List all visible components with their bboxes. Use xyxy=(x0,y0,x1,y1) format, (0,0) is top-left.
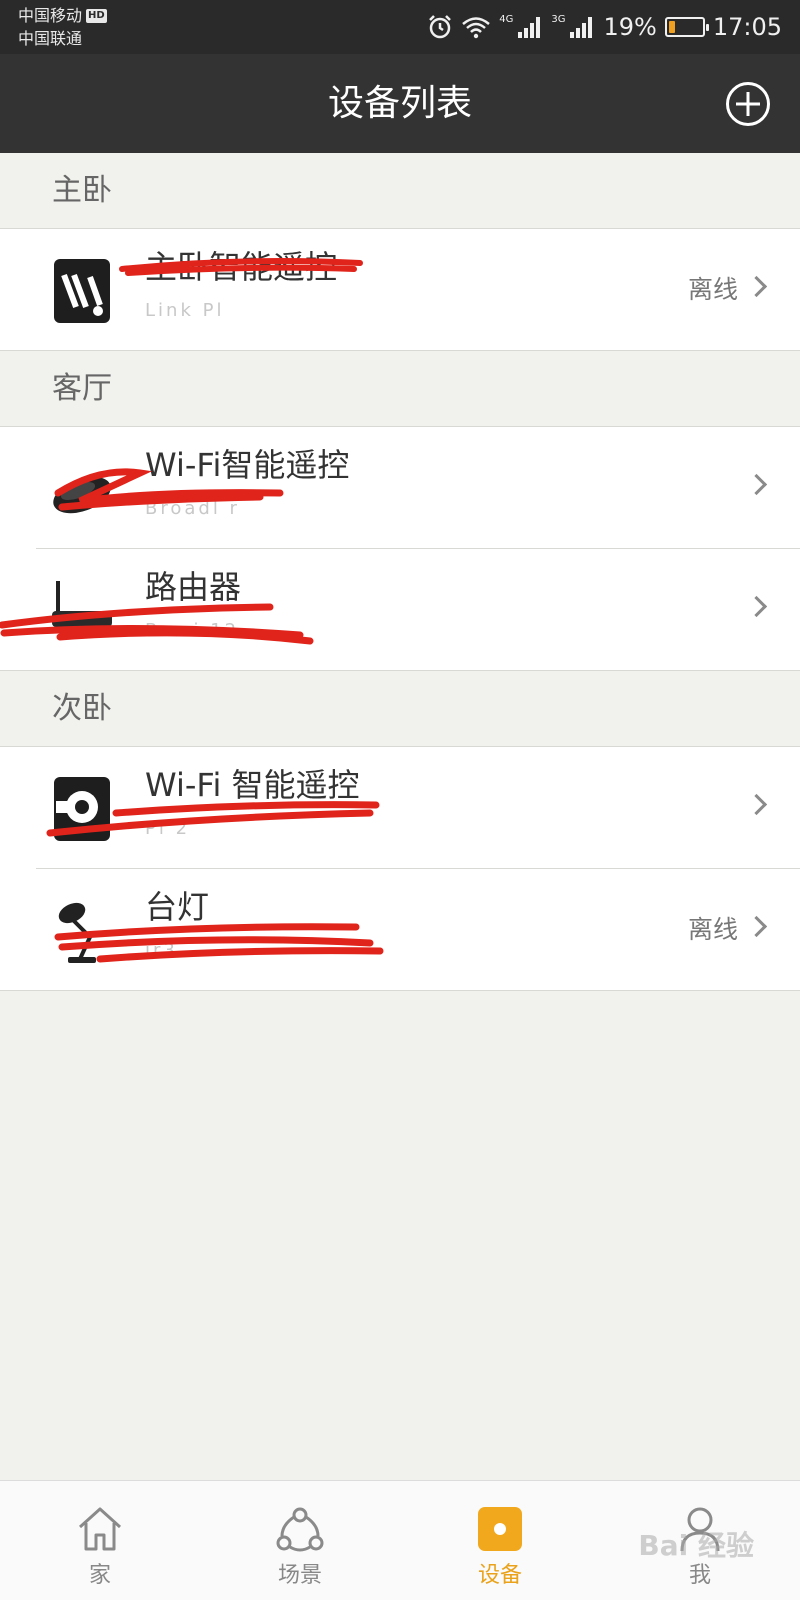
device-name: 路由器 xyxy=(145,568,242,606)
device-name: 主卧智能遥控 xyxy=(145,248,338,286)
device-row[interactable]: Wi-Fi 智能遥控 Pl 2 xyxy=(0,747,800,869)
redaction-scribble xyxy=(54,468,284,511)
device-row[interactable]: 台灯 ir3 离线 xyxy=(0,869,800,991)
section-header-master-bedroom: 主卧 xyxy=(0,153,800,229)
wifi-icon xyxy=(461,15,491,39)
device-row[interactable]: 主卧智能遥控 Link Pl 离线 xyxy=(0,229,800,351)
device-row[interactable]: 路由器 Br ai 12 xyxy=(0,549,800,671)
status-offline: 离线 xyxy=(687,275,738,304)
home-icon xyxy=(74,1503,126,1555)
battery-icon xyxy=(664,17,709,37)
plus-circle-icon[interactable] xyxy=(726,82,770,126)
tab-label: 家 xyxy=(88,1563,111,1588)
tab-label: 我 xyxy=(688,1563,711,1588)
page-title: 设备列表 xyxy=(327,83,472,124)
device-subtitle: ir3 xyxy=(145,940,178,961)
tab-label: 设备 xyxy=(477,1563,522,1588)
chevron-right-icon xyxy=(745,915,768,938)
carrier-2-name: 中国联通 xyxy=(18,29,83,48)
device-name: Wi-Fi智能遥控 xyxy=(145,446,350,484)
watermark: Bai 经验 xyxy=(638,1529,754,1562)
carrier-1-name: 中国移动 xyxy=(18,6,83,25)
status-indicators: 4G 3G 19% 17:05 xyxy=(427,0,782,54)
device-subtitle: Pl 2 xyxy=(145,818,191,839)
device-row[interactable]: Wi-Fi智能遥控 Broadl r xyxy=(0,427,800,549)
carrier-info: 中国移动 HD 中国联通 xyxy=(18,4,107,50)
section-header-second-bedroom: 次卧 xyxy=(0,671,800,747)
remote-puck-icon xyxy=(50,455,114,523)
tab-device[interactable]: 设备 xyxy=(400,1481,600,1600)
tab-scene[interactable]: 场景 xyxy=(200,1481,400,1600)
redaction-scribble xyxy=(46,801,380,837)
remote-icon xyxy=(50,257,114,325)
carrier-1: 中国移动 HD xyxy=(18,4,107,27)
redaction-scribble xyxy=(54,923,384,963)
battery-level xyxy=(668,21,675,33)
tab-label: 场景 xyxy=(277,1563,322,1588)
status-offline: 离线 xyxy=(687,915,738,944)
device-subtitle: Br ai 12 xyxy=(145,620,240,641)
chevron-right-icon xyxy=(745,595,768,618)
app-root: 中国移动 HD 中国联通 4G 3G 19% 17:05 设备列表 主卧 主卧智… xyxy=(0,0,800,1600)
signal-icon xyxy=(517,15,543,39)
device-icon xyxy=(474,1503,526,1555)
remote-icon xyxy=(50,775,114,843)
scene-icon xyxy=(274,1503,326,1555)
device-list: 主卧 主卧智能遥控 Link Pl 离线 客厅 Wi-Fi智能遥控 Broadl… xyxy=(0,153,800,991)
status-bar: 中国移动 HD 中国联通 4G 3G 19% 17:05 xyxy=(0,0,800,54)
chevron-right-icon xyxy=(745,793,768,816)
network-type-1: 4G xyxy=(499,13,514,25)
tab-home[interactable]: 家 xyxy=(0,1481,200,1600)
hd-badge: HD xyxy=(86,8,107,23)
device-name: 台灯 xyxy=(145,888,210,926)
router-icon xyxy=(50,577,114,645)
chevron-right-icon xyxy=(745,275,768,298)
device-subtitle: Link Pl xyxy=(145,300,225,321)
clock: 17:05 xyxy=(712,13,782,41)
nav-bar: 设备列表 xyxy=(0,54,800,153)
alarm-icon xyxy=(427,14,453,40)
device-name: Wi-Fi 智能遥控 xyxy=(145,766,360,804)
device-subtitle: Broadl r xyxy=(145,498,240,519)
chevron-right-icon xyxy=(745,473,768,496)
section-header-living-room: 客厅 xyxy=(0,351,800,427)
battery-percent: 19% xyxy=(603,13,657,41)
signal-icon xyxy=(569,15,595,39)
redaction-scribble xyxy=(119,258,363,276)
desk-lamp-icon xyxy=(50,897,114,965)
redaction-scribble xyxy=(0,603,314,645)
network-type-2: 3G xyxy=(551,13,566,25)
